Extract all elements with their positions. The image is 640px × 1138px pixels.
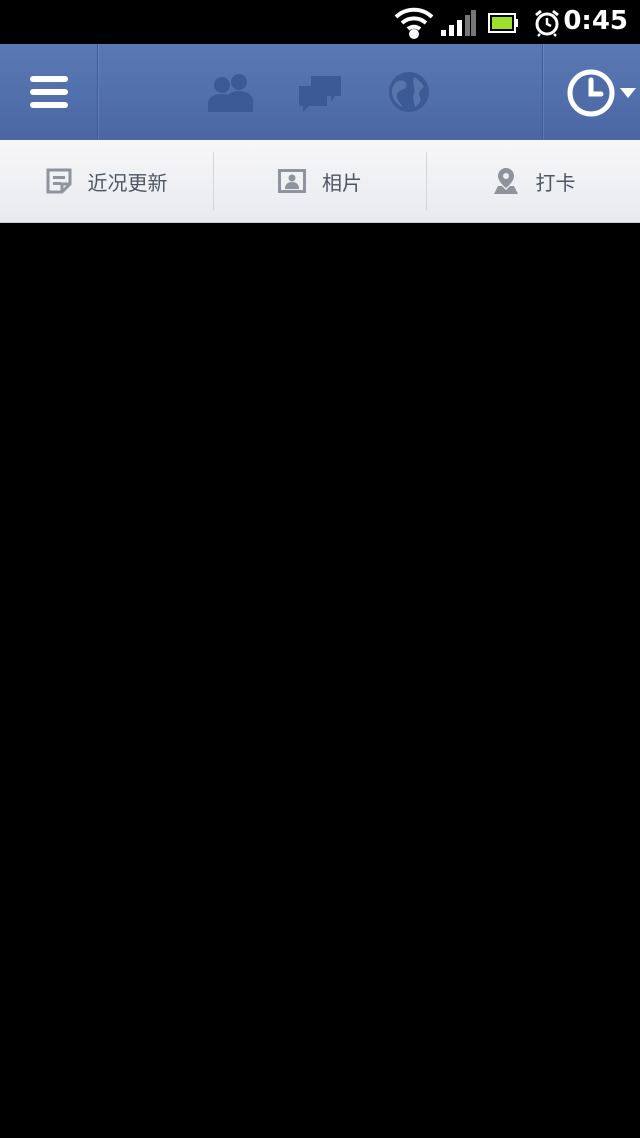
messages-icon[interactable] <box>297 74 343 114</box>
clock-icon[interactable] <box>567 69 615 117</box>
app-header <box>0 44 640 141</box>
signal-icon <box>441 10 476 36</box>
status-time: 0:45 <box>563 6 628 36</box>
photos-button[interactable]: 相片 <box>214 140 426 222</box>
alarm-icon <box>535 9 559 37</box>
battery-icon <box>488 13 518 33</box>
wifi-icon <box>394 7 434 39</box>
status-update-icon <box>46 168 71 194</box>
status-bar: 0:45 <box>0 0 640 44</box>
notifications-globe-icon[interactable] <box>388 71 430 113</box>
check-in-icon <box>493 168 518 194</box>
photo-icon <box>278 169 306 193</box>
header-divider <box>97 44 98 139</box>
friends-icon[interactable] <box>206 72 256 112</box>
status-update-label: 近况更新 <box>87 170 168 195</box>
photos-label: 相片 <box>322 170 362 195</box>
menu-icon[interactable] <box>30 75 68 109</box>
content-area <box>0 223 640 1138</box>
status-update-button[interactable]: 近况更新 <box>0 140 213 222</box>
profile-actions-bar: 近况更新 相片 打卡 <box>0 140 640 223</box>
dropdown-arrow-icon[interactable] <box>620 88 636 98</box>
check-in-button[interactable]: 打卡 <box>427 140 640 222</box>
check-in-label: 打卡 <box>535 170 576 195</box>
header-divider-right <box>542 44 543 139</box>
